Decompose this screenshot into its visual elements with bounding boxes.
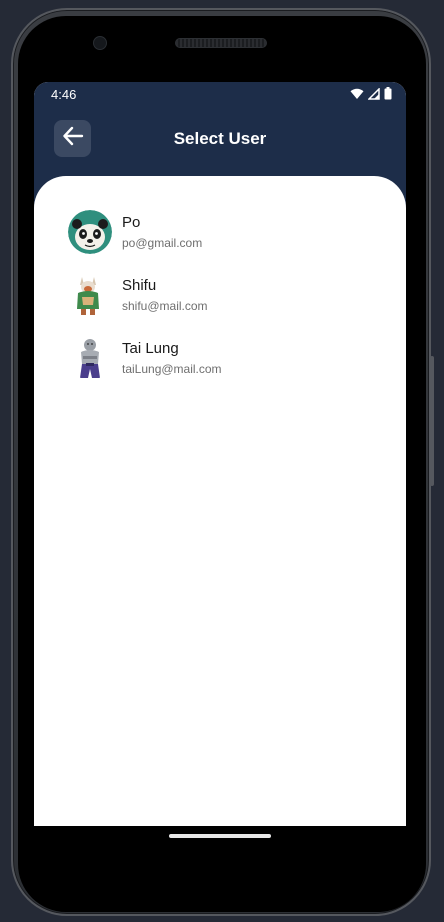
battery-icon xyxy=(384,87,392,100)
panda-avatar xyxy=(68,210,112,254)
user-item-po[interactable]: Po po@gmail.com xyxy=(34,206,406,269)
snow-leopard-avatar xyxy=(68,336,112,380)
device-stage: 4:46 Select User Po po@gmail.com Shifu s… xyxy=(0,0,444,922)
red-panda-avatar xyxy=(68,273,112,317)
status-icons xyxy=(350,87,392,100)
user-name: Shifu xyxy=(122,277,157,294)
power-button xyxy=(430,356,434,486)
front-camera xyxy=(93,36,107,50)
user-email: shifu@mail.com xyxy=(122,299,208,313)
user-list: Po po@gmail.com Shifu shifu@mail.com Tai… xyxy=(34,206,406,395)
status-time: 4:46 xyxy=(51,87,77,102)
user-item-tai-lung[interactable]: Tai Lung taiLung@mail.com xyxy=(34,332,406,395)
user-name: Tai Lung xyxy=(122,340,179,357)
user-email: taiLung@mail.com xyxy=(122,362,222,376)
user-email: po@gmail.com xyxy=(122,236,203,250)
wifi-icon xyxy=(350,88,364,100)
user-item-shifu[interactable]: Shifu shifu@mail.com xyxy=(34,269,406,332)
user-list-card: Po po@gmail.com Shifu shifu@mail.com Tai… xyxy=(34,176,406,826)
page-title: Select User xyxy=(173,129,267,148)
home-indicator[interactable] xyxy=(169,834,271,838)
app-screen: 4:46 Select User Po po@gmail.com Shifu s… xyxy=(34,82,406,826)
cell-signal-icon xyxy=(368,87,380,100)
user-name: Po xyxy=(122,214,141,231)
earpiece-speaker xyxy=(175,38,267,48)
status-bar: 4:46 xyxy=(34,82,406,106)
